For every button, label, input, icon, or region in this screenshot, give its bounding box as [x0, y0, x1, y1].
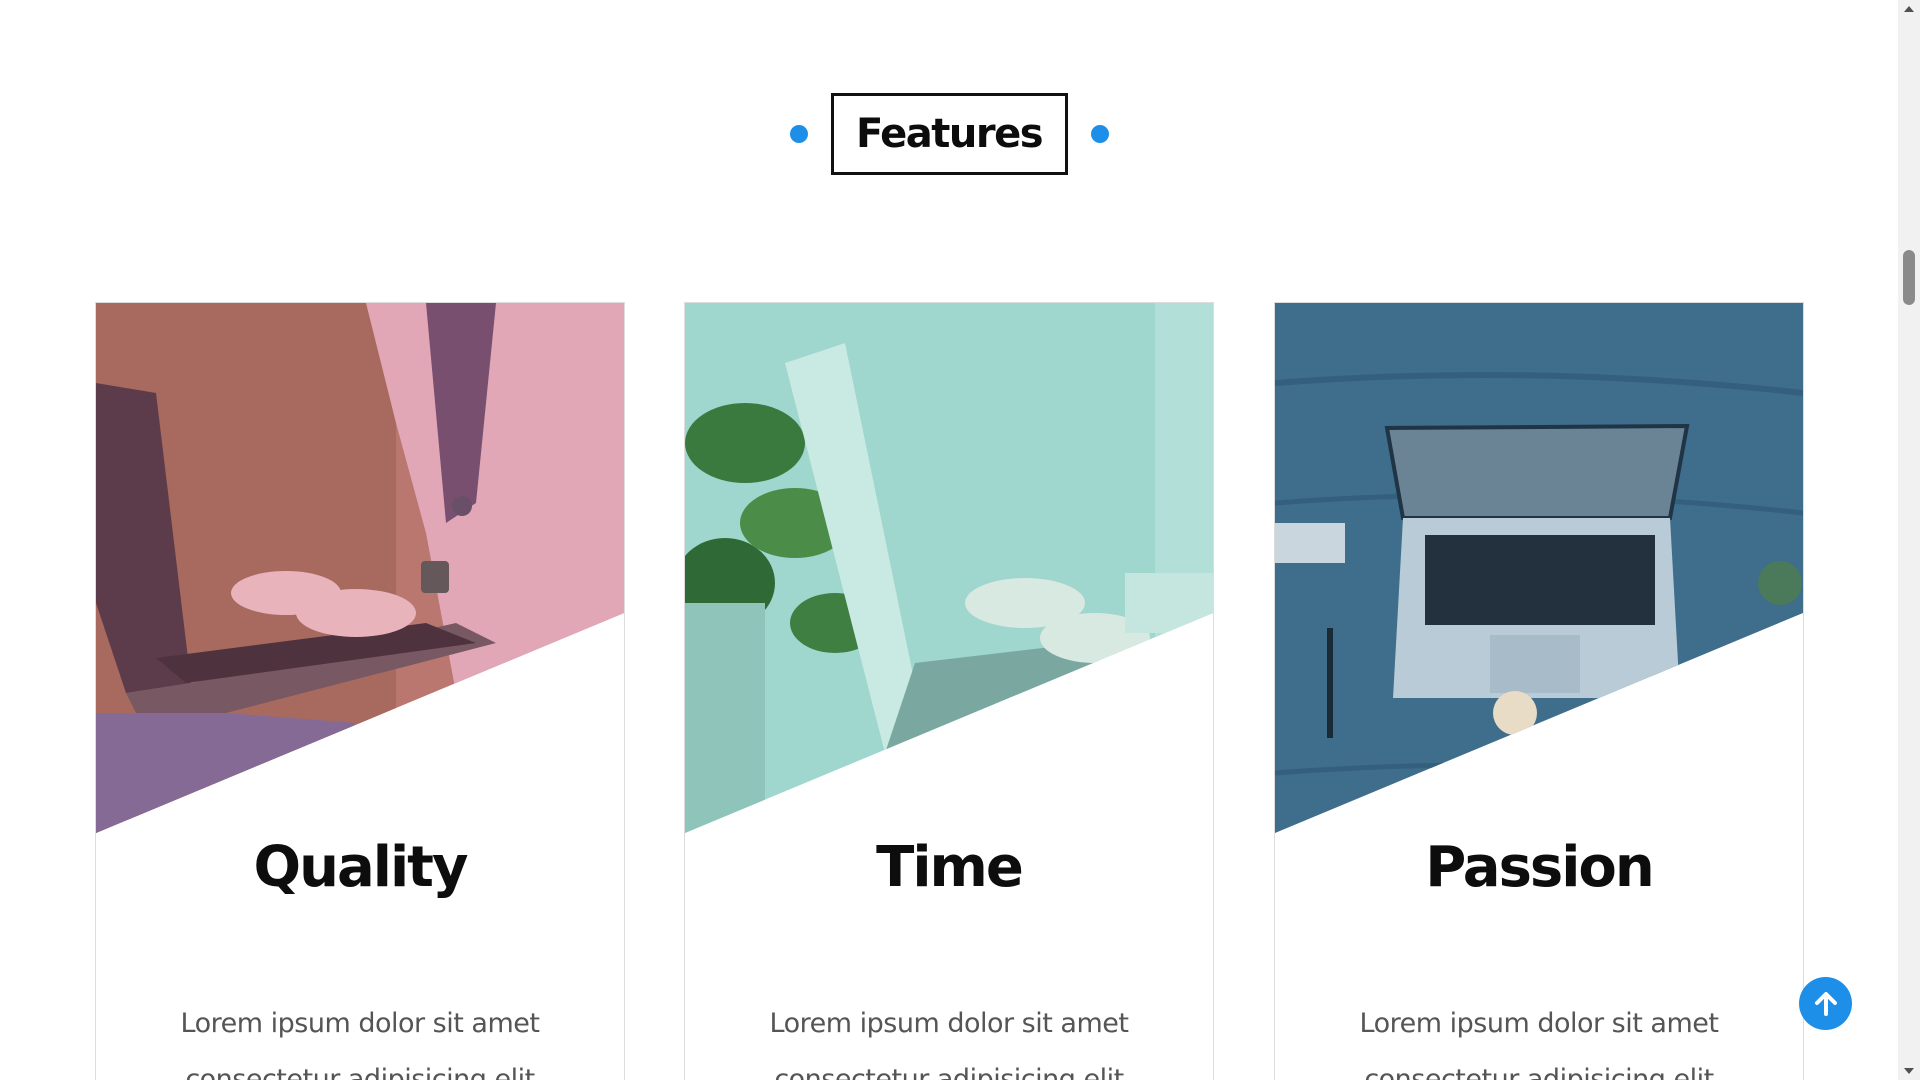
feature-card-passion: Passion Lorem ipsum dolor sit amet conse… [1274, 302, 1804, 1080]
scrollbar-thumb[interactable] [1903, 250, 1915, 305]
feature-card-quality: Quality Lorem ipsum dolor sit amet conse… [95, 302, 625, 1080]
feature-card-time: Time Lorem ipsum dolor sit amet consecte… [684, 302, 1214, 1080]
page: Features Quality Lorem ipsum dolor sit a… [0, 0, 1920, 1080]
section-header: Features [0, 93, 1898, 175]
card-title-quality: Quality [253, 835, 469, 900]
section-title-box: Features [830, 93, 1068, 175]
vertical-scrollbar[interactable] [1898, 0, 1920, 1080]
scroll-down-button[interactable] [1898, 1062, 1920, 1080]
card-image-quality [96, 303, 624, 833]
card-text-line: consectetur adipisicing elit [185, 1064, 535, 1080]
back-to-top-button[interactable] [1799, 977, 1852, 1030]
card-image-time [685, 303, 1213, 833]
main-content: Features Quality Lorem ipsum dolor sit a… [0, 0, 1898, 1080]
card-text-quality: Lorem ipsum dolor sit amet consectetur a… [96, 996, 624, 1080]
card-text-line: Lorem ipsum dolor sit amet [180, 1008, 540, 1039]
scroll-up-button[interactable] [1898, 0, 1920, 18]
laptop-woman-image [96, 303, 624, 833]
card-title-time: Time [876, 835, 1024, 900]
section-title: Features [855, 111, 1044, 157]
card-text-time: Lorem ipsum dolor sit amet consectetur a… [685, 996, 1213, 1080]
card-text-line: Lorem ipsum dolor sit amet [769, 1008, 1129, 1039]
card-image-passion [1275, 303, 1803, 833]
right-dot-decoration [1090, 125, 1109, 143]
arrow-up-icon [1814, 991, 1837, 1016]
card-title-passion: Passion [1425, 835, 1655, 900]
laptop-typing-image [685, 303, 1213, 833]
left-dot-decoration [789, 125, 808, 143]
card-text-line: consectetur adipisicing elit [1364, 1064, 1714, 1080]
triangle-up-icon [1904, 6, 1914, 12]
card-text-passion: Lorem ipsum dolor sit amet consectetur a… [1275, 996, 1803, 1080]
triangle-down-icon [1904, 1068, 1914, 1074]
laptop-desk-image [1275, 303, 1803, 833]
card-text-line: Lorem ipsum dolor sit amet [1359, 1008, 1719, 1039]
card-text-line: consectetur adipisicing elit [774, 1064, 1124, 1080]
